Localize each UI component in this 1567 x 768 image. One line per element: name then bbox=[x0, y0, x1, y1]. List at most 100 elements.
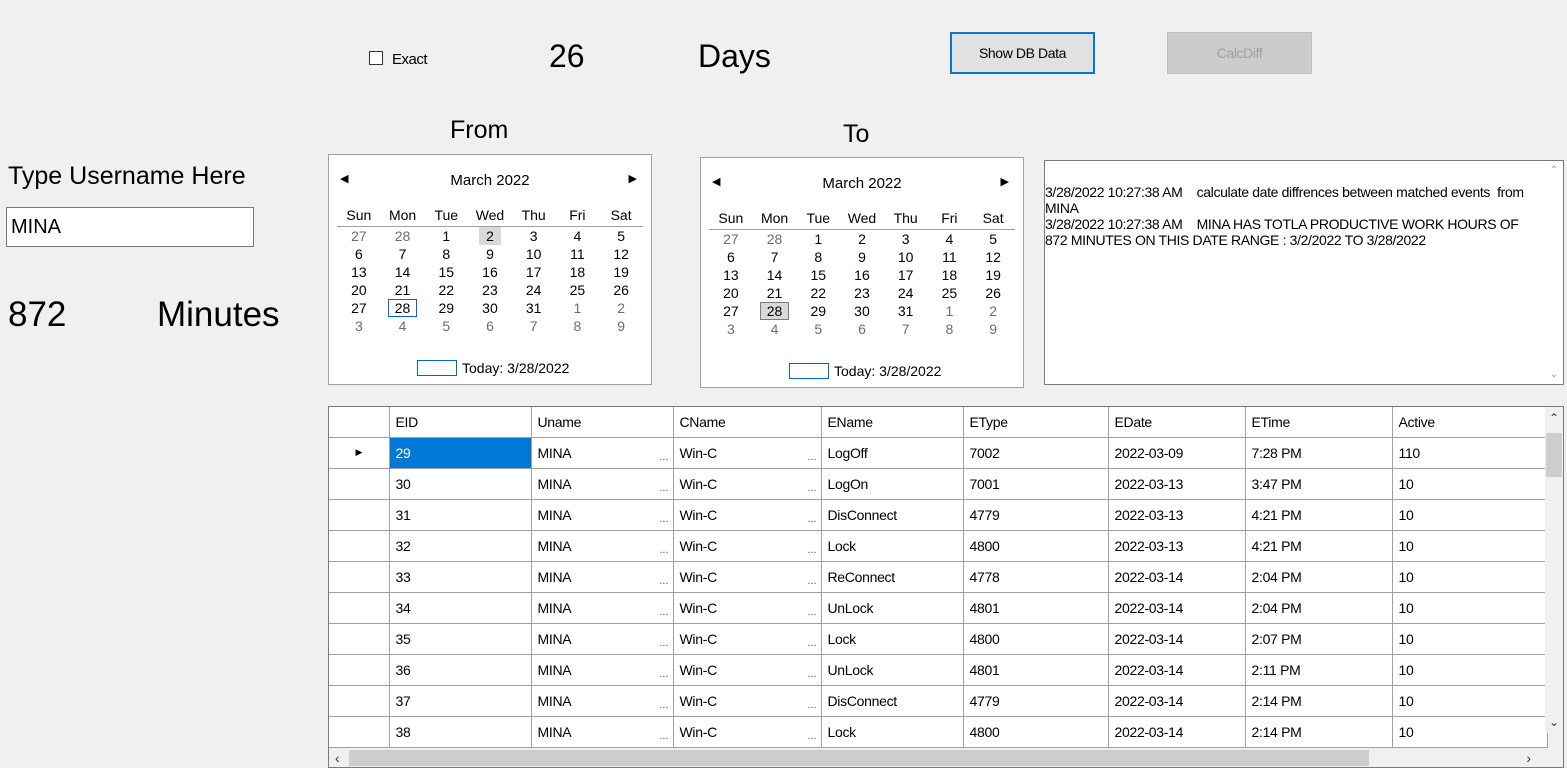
calendar-day[interactable]: 9 bbox=[468, 245, 512, 263]
table-cell[interactable]: Win-C... bbox=[672, 715, 822, 748]
table-cell[interactable]: Win-C... bbox=[672, 529, 822, 562]
table-cell[interactable]: 29 bbox=[388, 436, 532, 469]
calendar-today-link[interactable]: Today: 3/28/2022 bbox=[789, 363, 941, 379]
calendar-day[interactable]: 12 bbox=[971, 248, 1015, 266]
table-cell[interactable]: MINA... bbox=[530, 591, 674, 624]
table-cell[interactable]: 2022-03-13 bbox=[1107, 498, 1246, 531]
calendar-day[interactable]: 1 bbox=[556, 299, 600, 317]
table-cell[interactable]: 2022-03-14 bbox=[1107, 653, 1246, 686]
calendar-day[interactable]: 8 bbox=[796, 248, 840, 266]
next-month-icon[interactable]: ▶ bbox=[1001, 175, 1009, 188]
cell-ellipsis-button[interactable]: ... bbox=[659, 637, 668, 649]
username-input[interactable] bbox=[6, 207, 254, 247]
calendar-day[interactable]: 27 bbox=[337, 299, 381, 317]
calendar-day[interactable]: 23 bbox=[468, 281, 512, 299]
table-cell[interactable]: ReConnect bbox=[820, 560, 964, 593]
next-month-icon[interactable]: ▶ bbox=[629, 172, 637, 185]
calendar-day[interactable]: 10 bbox=[884, 248, 928, 266]
horizontal-scroll-thumb[interactable] bbox=[349, 750, 1369, 766]
column-header-active[interactable]: Active bbox=[1391, 407, 1548, 438]
calendar-day[interactable]: 13 bbox=[337, 263, 381, 281]
cell-ellipsis-button[interactable]: ... bbox=[659, 606, 668, 618]
calendar-day[interactable]: 28 bbox=[753, 302, 797, 320]
calendar-day[interactable]: 26 bbox=[971, 284, 1015, 302]
table-cell[interactable]: Win-C... bbox=[672, 622, 822, 655]
calendar-day[interactable]: 8 bbox=[928, 320, 972, 338]
calendar-day[interactable]: 25 bbox=[556, 281, 600, 299]
events-data-grid[interactable]: EID Uname CName EName EType EDate ETime Active … bbox=[328, 406, 1564, 768]
column-header-cname[interactable]: CName bbox=[672, 407, 822, 438]
table-row[interactable]: 31 MINA... Win-C... DisConnect 4779 2022-03-1… bbox=[329, 498, 1548, 531]
calendar-day[interactable]: 27 bbox=[337, 227, 381, 246]
calendar-day[interactable]: 24 bbox=[512, 281, 556, 299]
grid-vertical-scrollbar[interactable]: ⌃ ⌄ bbox=[1545, 407, 1563, 733]
calendar-day[interactable]: 29 bbox=[424, 299, 468, 317]
table-row[interactable]: 30 MINA... Win-C... LogOn 7001 2022-03-13 3:47… bbox=[329, 467, 1548, 500]
calendar-day[interactable]: 20 bbox=[709, 284, 753, 302]
calendar-day[interactable]: 2 bbox=[971, 302, 1015, 320]
calendar-day[interactable]: 1 bbox=[928, 302, 972, 320]
column-header-uname[interactable]: Uname bbox=[530, 407, 674, 438]
table-cell[interactable]: 33 bbox=[388, 560, 532, 593]
cell-ellipsis-button[interactable]: ... bbox=[807, 730, 816, 742]
cell-ellipsis-button[interactable]: ... bbox=[659, 544, 668, 556]
calendar-day[interactable]: 7 bbox=[884, 320, 928, 338]
table-cell[interactable]: 31 bbox=[388, 498, 532, 531]
table-cell[interactable]: Win-C... bbox=[672, 591, 822, 624]
calendar-day[interactable]: 13 bbox=[709, 266, 753, 284]
table-cell[interactable]: 2:04 PM bbox=[1244, 560, 1393, 593]
calendar-day[interactable]: 18 bbox=[928, 266, 972, 284]
table-row[interactable]: 33 MINA... Win-C... ReConnect 4778 2022-03-14… bbox=[329, 560, 1548, 593]
cell-ellipsis-button[interactable]: ... bbox=[807, 544, 816, 556]
table-cell[interactable]: DisConnect bbox=[820, 684, 964, 717]
cell-ellipsis-button[interactable]: ... bbox=[807, 451, 816, 463]
table-cell[interactable]: 38 bbox=[388, 715, 532, 748]
table-cell[interactable]: 4779 bbox=[962, 498, 1109, 531]
table-cell[interactable]: 32 bbox=[388, 529, 532, 562]
calendar-day[interactable]: 27 bbox=[709, 302, 753, 320]
table-cell[interactable]: MINA... bbox=[530, 467, 674, 500]
table-cell[interactable]: 2:11 PM bbox=[1244, 653, 1393, 686]
table-row[interactable]: 38 MINA... Win-C... Lock 4800 2022-03-14 2:14 … bbox=[329, 715, 1548, 748]
calendar-day[interactable]: 3 bbox=[337, 317, 381, 335]
calendar-day[interactable]: 18 bbox=[556, 263, 600, 281]
scroll-down-icon[interactable]: ⌄ bbox=[1545, 715, 1563, 729]
calendar-day[interactable]: 7 bbox=[512, 317, 556, 335]
row-header[interactable] bbox=[329, 529, 390, 562]
column-header-ename[interactable]: EName bbox=[820, 407, 964, 438]
table-row[interactable]: 34 MINA... Win-C... UnLock 4801 2022-03-14 2:0… bbox=[329, 591, 1548, 624]
scroll-right-icon[interactable]: › bbox=[1526, 749, 1531, 767]
table-cell[interactable]: 4779 bbox=[962, 684, 1109, 717]
calendar-day[interactable]: 28 bbox=[381, 299, 425, 317]
table-cell[interactable]: Win-C... bbox=[672, 684, 822, 717]
column-header-etype[interactable]: EType bbox=[962, 407, 1109, 438]
calendar-day[interactable]: 29 bbox=[796, 302, 840, 320]
calendar-day[interactable]: 5 bbox=[599, 227, 643, 246]
calendar-day[interactable]: 24 bbox=[884, 284, 928, 302]
calendar-day[interactable]: 1 bbox=[424, 227, 468, 246]
vertical-scroll-thumb[interactable] bbox=[1546, 433, 1562, 477]
cell-ellipsis-button[interactable]: ... bbox=[807, 606, 816, 618]
calendar-day[interactable]: 26 bbox=[599, 281, 643, 299]
table-cell[interactable]: Lock bbox=[820, 715, 964, 748]
calendar-day[interactable]: 8 bbox=[424, 245, 468, 263]
table-row[interactable]: ▶ 29 MINA... Win-C... LogOff 7002 2022-03-09 7:… bbox=[329, 436, 1548, 469]
scroll-down-icon[interactable]: ⌄ bbox=[1545, 369, 1563, 380]
log-textbox[interactable]: 3/28/2022 10:27:38 AM calculate date dif… bbox=[1044, 160, 1564, 385]
column-header-eid[interactable]: EID bbox=[388, 407, 532, 438]
table-cell[interactable]: 7002 bbox=[962, 436, 1109, 469]
table-cell[interactable]: 35 bbox=[388, 622, 532, 655]
calendar-day[interactable]: 31 bbox=[512, 299, 556, 317]
calendar-day[interactable]: 6 bbox=[337, 245, 381, 263]
table-row[interactable]: 32 MINA... Win-C... Lock 4800 2022-03-13 4:21 … bbox=[329, 529, 1548, 562]
table-cell[interactable]: MINA... bbox=[530, 622, 674, 655]
cell-ellipsis-button[interactable]: ... bbox=[659, 575, 668, 587]
table-cell[interactable]: Win-C... bbox=[672, 498, 822, 531]
table-cell[interactable]: 4800 bbox=[962, 715, 1109, 748]
table-cell[interactable]: 2022-03-13 bbox=[1107, 467, 1246, 500]
table-cell[interactable]: UnLock bbox=[820, 591, 964, 624]
calendar-day[interactable]: 9 bbox=[840, 248, 884, 266]
cell-ellipsis-button[interactable]: ... bbox=[807, 482, 816, 494]
table-cell[interactable]: 4:21 PM bbox=[1244, 529, 1393, 562]
calendar-day[interactable]: 3 bbox=[709, 320, 753, 338]
